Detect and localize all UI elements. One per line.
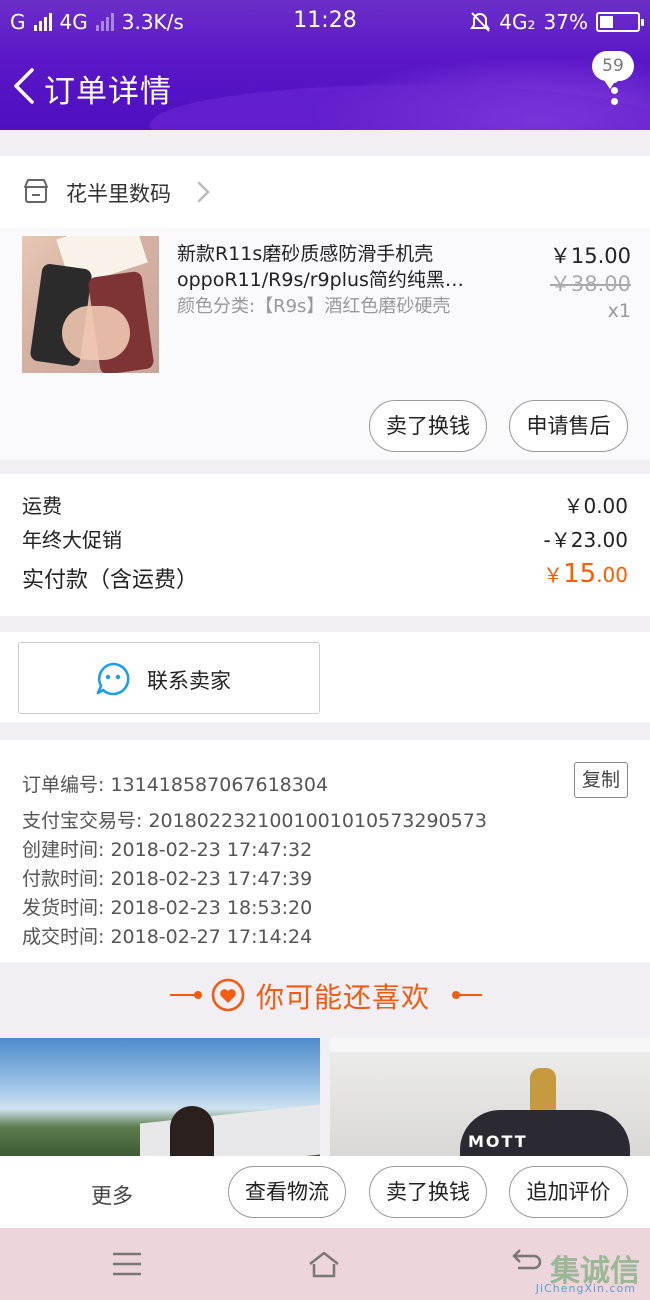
product-price: ￥15.00 <box>549 244 631 268</box>
watermark-sub: JiChengXin.com <box>535 1282 636 1295</box>
paid-row: 实付款（含运费） ￥15.00 <box>22 559 628 594</box>
bottom-action-bar: 更多 查看物流 卖了换钱 追加评价 <box>0 1156 650 1228</box>
alarm-off-icon <box>470 12 491 32</box>
paid-integer: 15 <box>563 559 597 589</box>
divider-right <box>456 994 482 996</box>
network-right-label: 4G₂ <box>499 10 536 34</box>
promo-label: 年终大促销 <box>22 528 122 552</box>
paid-decimal: .00 <box>596 563 628 587</box>
product-title[interactable]: 新款R11s磨砂质感防滑手机壳 oppoR11/R9s/r9plus简约纯黑… <box>177 241 497 293</box>
heart-icon <box>211 978 245 1012</box>
shop-name[interactable]: 花半里数码 <box>66 178 171 208</box>
recommend-item-left[interactable] <box>0 1038 320 1156</box>
alipay-trade-number: 支付宝交易号: 2018022321001001010573290573 <box>22 810 487 832</box>
status-bar: G 4G 3.3K/s 11:28 4G₂ 37% <box>0 0 650 44</box>
navigation-bar: 订单详情 59 <box>0 51 650 126</box>
paid-value: ￥15.00 <box>543 559 628 589</box>
chat-bubble-icon <box>96 662 130 696</box>
chevron-right-icon <box>197 181 210 203</box>
resell-button-bottom[interactable]: 卖了换钱 <box>369 1166 487 1218</box>
resell-button[interactable]: 卖了换钱 <box>369 400 487 452</box>
paid-time: 付款时间: 2018-02-23 17:47:39 <box>22 868 313 890</box>
battery-percent: 37% <box>543 10 588 34</box>
product-title-line1: 新款R11s磨砂质感防滑手机壳 <box>177 243 434 265</box>
watermark-logo: 集诚信 JiChengXin.com <box>520 1246 640 1298</box>
more-actions-button[interactable]: 更多 <box>91 1180 133 1210</box>
top-bar: G 4G 3.3K/s 11:28 4G₂ 37% 订单详情 59 <box>0 0 650 130</box>
shirt-print-text: MOTT <box>468 1132 528 1151</box>
product-thumbnail[interactable] <box>22 236 159 373</box>
system-navigation-bar: 集诚信 JiChengXin.com <box>0 1228 650 1300</box>
promo-value: -￥23.00 <box>543 528 628 552</box>
after-sales-button[interactable]: 申请售后 <box>509 400 628 452</box>
shop-header[interactable]: 花半里数码 <box>0 156 650 228</box>
created-time: 创建时间: 2018-02-23 17:47:32 <box>22 839 313 861</box>
shipping-row: 运费 ￥0.00 <box>22 490 628 519</box>
page-title: 订单详情 <box>44 74 172 110</box>
order-item-card: 花半里数码 新款R11s磨砂质感防滑手机壳 oppoR11/R9s/r9plus… <box>0 156 650 460</box>
copy-button[interactable]: 复制 <box>574 762 628 798</box>
contact-seller-label: 联系卖家 <box>147 669 231 693</box>
shipping-label: 运费 <box>22 494 62 518</box>
product-quantity: x1 <box>607 300 631 322</box>
battery-icon <box>596 12 644 32</box>
recommend-item-right[interactable]: MOTT <box>330 1038 650 1156</box>
shipped-time: 发货时间: 2018-02-23 18:53:20 <box>22 897 313 919</box>
back-arrow-icon[interactable] <box>10 66 40 106</box>
order-number: 订单编号: 131418587067618304 <box>22 774 329 796</box>
recommend-header: 你可能还喜欢 <box>0 964 650 1026</box>
contact-section: 联系卖家 <box>0 632 650 722</box>
order-info: 订单编号: 131418587067618304 复制 支付宝交易号: 2018… <box>0 740 650 962</box>
paid-currency: ￥ <box>543 563 564 587</box>
divider-dot-left <box>194 991 202 999</box>
view-logistics-button[interactable]: 查看物流 <box>228 1166 346 1218</box>
product-original-price: ￥38.00 <box>549 272 631 296</box>
add-review-button[interactable]: 追加评价 <box>509 1166 628 1218</box>
completed-time: 成交时间: 2018-02-27 17:14:24 <box>22 926 313 948</box>
home-icon[interactable] <box>306 1248 342 1280</box>
paid-label: 实付款（含运费） <box>22 568 199 593</box>
more-menu-icon[interactable] <box>602 74 626 114</box>
contact-seller-button[interactable]: 联系卖家 <box>18 642 320 714</box>
promo-row: 年终大促销 -￥23.00 <box>22 524 628 553</box>
product-title-line2: oppoR11/R9s/r9plus简约纯黑… <box>177 269 464 291</box>
menu-icon[interactable] <box>109 1248 145 1280</box>
recommend-title: 你可能还喜欢 <box>256 981 431 1014</box>
shipping-value: ￥0.00 <box>563 494 628 518</box>
divider-left <box>170 994 196 996</box>
cost-summary: 运费 ￥0.00 年终大促销 -￥23.00 实付款（含运费） ￥15.00 <box>0 474 650 616</box>
product-spec: 颜色分类:【R9s】酒红色磨砂硬壳 <box>177 296 451 317</box>
store-icon <box>24 179 48 203</box>
